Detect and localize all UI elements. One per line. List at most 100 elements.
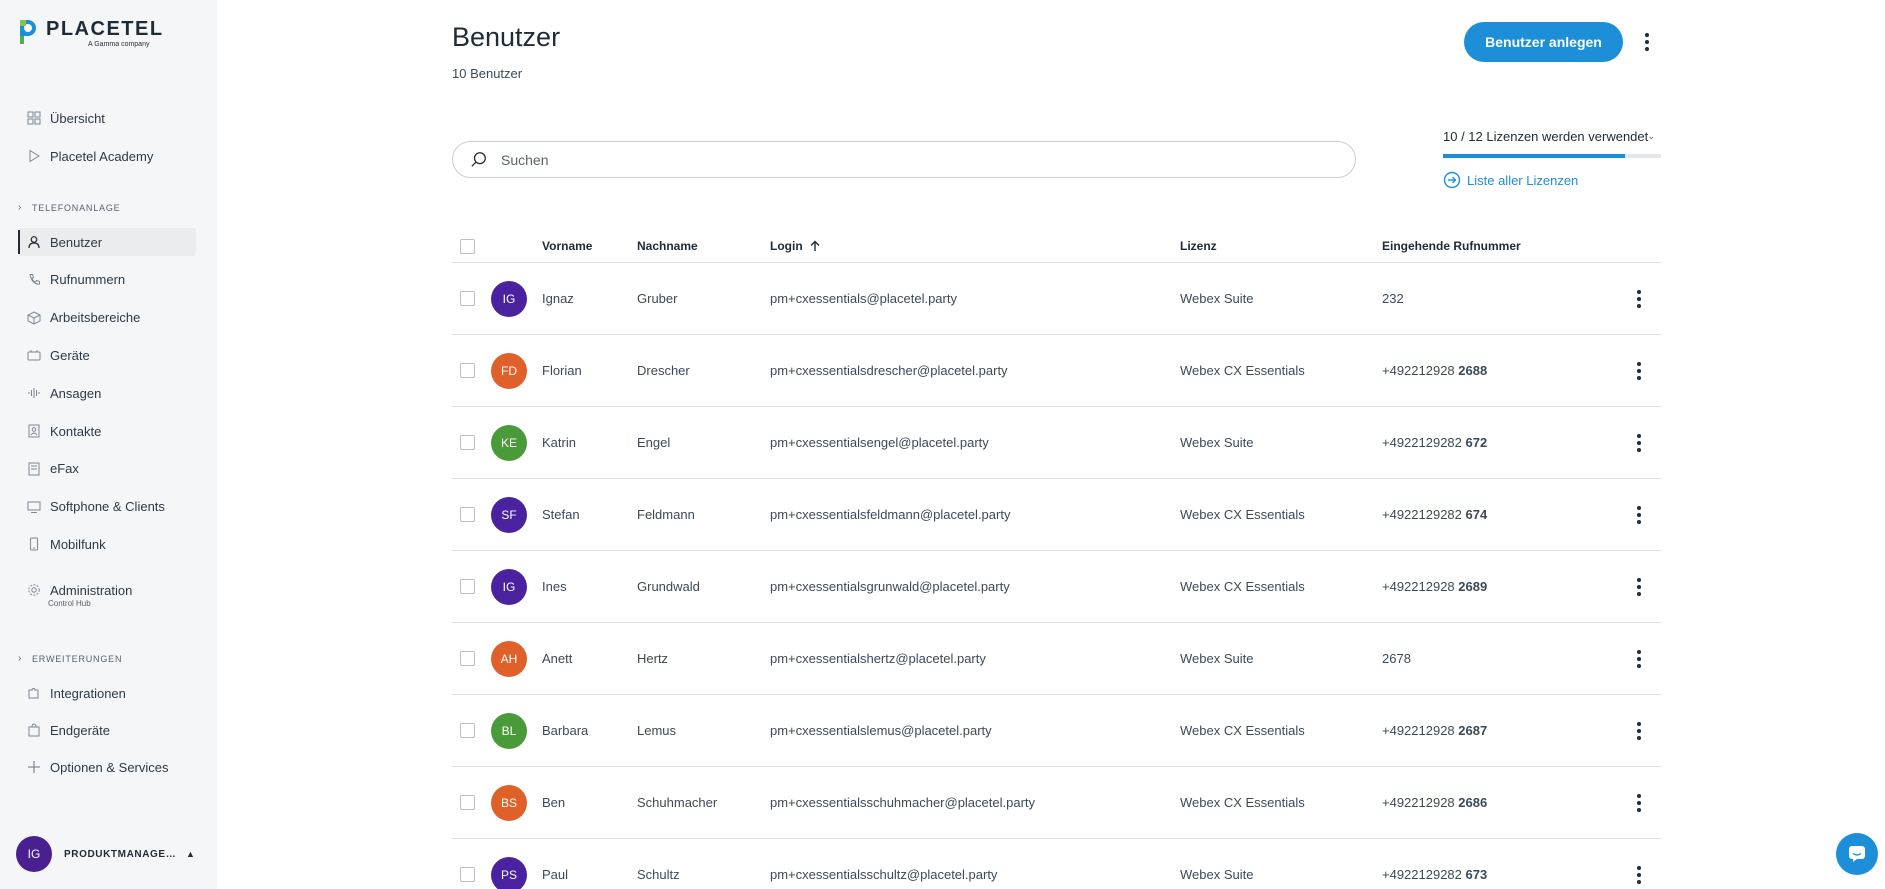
- cell-license: Webex Suite: [1180, 435, 1254, 450]
- number-prefix: +4922129282: [1382, 435, 1466, 450]
- cell-lastname: Feldmann: [637, 507, 695, 522]
- cell-incoming-number: +492212928 2689: [1382, 551, 1487, 622]
- page-title: Benutzer: [452, 22, 561, 52]
- cell-firstname: Anett: [542, 651, 573, 666]
- row-actions-icon[interactable]: [1629, 863, 1649, 887]
- row-checkbox[interactable]: [460, 651, 475, 666]
- sidebar-item-benutzer[interactable]: Benutzer: [18, 228, 196, 256]
- cell-license: Webex CX Essentials: [1180, 363, 1305, 378]
- sidebar-item-placetel-academy[interactable]: Placetel Academy: [18, 142, 196, 170]
- sidebar-section-section-erweiterungen[interactable]: › ERWEITERUNGEN: [18, 653, 122, 664]
- row-actions-icon[interactable]: [1629, 503, 1649, 527]
- row-actions-icon[interactable]: [1629, 287, 1649, 311]
- row-checkbox[interactable]: [460, 291, 475, 306]
- cell-firstname: Barbara: [542, 723, 589, 738]
- table-row[interactable]: BL Barbara Lemus pm+cxessentialslemus@place…: [452, 695, 1661, 767]
- column-login[interactable]: Login: [770, 230, 821, 262]
- column-incoming-number[interactable]: Eingehende Rufnummer: [1382, 230, 1521, 262]
- sidebar-section-label: ERWEITERUNGEN: [32, 653, 123, 664]
- sidebar-item-uebersicht[interactable]: Übersicht: [18, 104, 196, 132]
- sidebar-item-efax[interactable]: eFax: [18, 455, 196, 483]
- cell-incoming-number: +4922129282 674: [1382, 479, 1487, 550]
- account-switcher[interactable]: IG PRODUKTMANAGEMENT ▲: [16, 836, 201, 872]
- table-row[interactable]: KE Katrin Engel pm+cxessentialsengel@placet…: [452, 407, 1661, 479]
- brand-name: PLACETEL: [46, 18, 164, 40]
- table-header: Vorname Nachname Login Lizenz Eingehende…: [452, 230, 1661, 263]
- sidebar-item-endgeraete[interactable]: Endgeräte: [18, 716, 196, 744]
- table-row[interactable]: FD Florian Drescher pm+cxessentialsdrescher…: [452, 335, 1661, 407]
- number-extension: 2688: [1458, 363, 1488, 378]
- sidebar-item-arbeitsbereiche[interactable]: Arbeitsbereiche: [18, 304, 196, 332]
- cell-lastname: Schultz: [637, 867, 680, 882]
- row-checkbox[interactable]: [460, 867, 475, 882]
- row-actions-icon[interactable]: [1629, 647, 1649, 671]
- cell-login: pm+cxessentialshertz@placetel.party: [770, 651, 986, 666]
- sidebar-item-kontakte[interactable]: Kontakte: [18, 417, 196, 445]
- chat-support-button[interactable]: [1836, 833, 1878, 875]
- cell-login: pm+cxessentialsschultz@placetel.party: [770, 867, 998, 882]
- sidebar-item-label: Ansagen: [50, 385, 102, 401]
- row-checkbox[interactable]: [460, 795, 475, 810]
- column-firstname[interactable]: Vorname: [542, 230, 592, 262]
- cell-firstname: Stefan: [542, 507, 580, 522]
- number-prefix: 232: [1382, 291, 1404, 306]
- cell-firstname: Ines: [542, 579, 567, 594]
- column-license[interactable]: Lizenz: [1180, 230, 1217, 262]
- account-name: PRODUKTMANAGEMENT: [64, 848, 182, 860]
- cell-login: pm+cxessentialsfeldmann@placetel.party: [770, 507, 1011, 522]
- cell-firstname: Paul: [542, 867, 569, 882]
- number-extension: 2686: [1458, 795, 1488, 810]
- placetel-logo[interactable]: PLACETEL A Gamma company: [16, 16, 166, 52]
- number-extension: 2689: [1458, 579, 1488, 594]
- avatar: BL: [491, 712, 527, 749]
- sidebar-item-rufnummern[interactable]: Rufnummern: [18, 266, 196, 294]
- license-usage-dropdown[interactable]: 10 / 12 Lizenzen werden verwendet ⌄: [1443, 129, 1661, 144]
- create-user-button[interactable]: Benutzer anlegen: [1464, 22, 1623, 62]
- row-checkbox[interactable]: [460, 435, 475, 450]
- cell-license: Webex CX Essentials: [1180, 507, 1305, 522]
- play-icon: [26, 148, 42, 164]
- select-all-checkbox[interactable]: [460, 238, 475, 254]
- number-prefix: +492212928: [1382, 795, 1459, 810]
- search-input[interactable]: [501, 151, 1321, 168]
- avatar: BS: [491, 784, 527, 821]
- avatar: IG: [491, 568, 527, 605]
- row-actions-icon[interactable]: [1629, 791, 1649, 815]
- device-icon: [26, 347, 42, 363]
- cell-incoming-number: 2678: [1382, 623, 1411, 694]
- table-row[interactable]: IG Ignaz Gruber pm+cxessentials@placetel.pa…: [452, 263, 1661, 335]
- row-actions-icon[interactable]: [1629, 431, 1649, 455]
- more-options-icon[interactable]: [1637, 30, 1657, 54]
- table-row[interactable]: PS Paul Schultz pm+cxessentialsschultz@plac…: [452, 839, 1661, 889]
- row-checkbox[interactable]: [460, 723, 475, 738]
- row-actions-icon[interactable]: [1629, 719, 1649, 743]
- grid-icon: [26, 110, 42, 126]
- row-actions-icon[interactable]: [1629, 359, 1649, 383]
- number-extension: 674: [1465, 507, 1488, 522]
- row-checkbox[interactable]: [460, 363, 475, 378]
- phone-icon: [26, 272, 42, 288]
- sidebar-item-softphone-and-clients[interactable]: Softphone & Clients: [18, 493, 196, 521]
- table-row[interactable]: AH Anett Hertz pm+cxessentialshertz@placete…: [452, 623, 1661, 695]
- table-row[interactable]: SF Stefan Feldmann pm+cxessentialsfeldmann@…: [452, 479, 1661, 551]
- column-lastname[interactable]: Nachname: [637, 230, 698, 262]
- cell-lastname: Lemus: [637, 723, 677, 738]
- sidebar-item-integrationen[interactable]: Integrationen: [18, 679, 196, 707]
- license-list-link[interactable]: Liste aller Lizenzen: [1443, 171, 1578, 189]
- sidebar-item-mobilfunk[interactable]: Mobilfunk: [18, 530, 196, 558]
- row-actions-icon[interactable]: [1629, 575, 1649, 599]
- cell-login: pm+cxessentialsengel@placetel.party: [770, 435, 989, 450]
- sidebar-item-administration[interactable]: Administration Control Hub: [18, 576, 196, 608]
- sidebar-item-geraete[interactable]: Geräte: [18, 341, 196, 369]
- row-checkbox[interactable]: [460, 579, 475, 594]
- sidebar-item-optionen-and-services[interactable]: Optionen & Services: [18, 753, 196, 781]
- table-row[interactable]: BS Ben Schuhmacher pm+cxessentialsschuhmach…: [452, 767, 1661, 839]
- avatar: SF: [491, 496, 527, 533]
- license-list-label: Liste aller Lizenzen: [1467, 172, 1579, 188]
- sidebar-item-label: Benutzer: [50, 234, 103, 250]
- table-row[interactable]: IG Ines Grundwald pm+cxessentialsgrunwald@p…: [452, 551, 1661, 623]
- row-checkbox[interactable]: [460, 507, 475, 522]
- sidebar-section-section-telefonanlage[interactable]: › TELEFONANLAGE: [18, 202, 120, 213]
- number-extension: 673: [1465, 867, 1488, 882]
- sidebar-item-ansagen[interactable]: Ansagen: [18, 379, 196, 407]
